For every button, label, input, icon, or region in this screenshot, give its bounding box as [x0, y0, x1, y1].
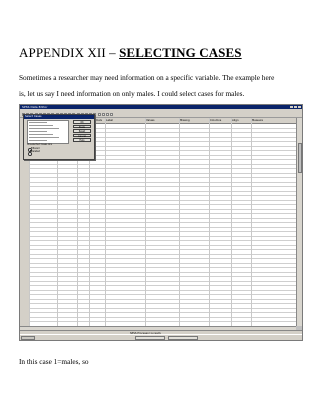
column-header: Missing: [180, 119, 190, 122]
maximize-icon: [294, 106, 297, 108]
column-header: Align: [232, 119, 239, 122]
intro-paragraph-1: Sometimes a researcher may need informat…: [19, 73, 275, 82]
closing-paragraph: In this case 1=males, so: [19, 357, 89, 366]
deleted-label: Deleted: [31, 150, 41, 154]
list-item: [29, 125, 53, 127]
heading-prefix: APPENDIX XII –: [19, 45, 120, 60]
cancel-button: Cancel: [73, 133, 91, 138]
ok-button: OK: [73, 120, 91, 124]
dialog-title: Select Cases: [25, 115, 42, 118]
list-item: [29, 131, 47, 133]
toolbar-button: [110, 113, 114, 116]
taskbar-item-document: [168, 336, 198, 340]
reset-button: Reset: [73, 129, 91, 133]
list-item: [29, 137, 59, 139]
column-header: Measure: [252, 119, 264, 122]
page-heading: APPENDIX XII – SELECTING CASES: [19, 45, 242, 61]
paste-button: Paste: [73, 124, 91, 129]
help-button-label: Help: [79, 139, 85, 142]
help-button: Help: [73, 138, 91, 142]
column-header: Values: [146, 119, 155, 122]
dialog-titlebar: Select Cases: [24, 115, 94, 119]
spss-screenshot: SPSS Data Editor NameTypeWidthDecimalsLa…: [19, 104, 303, 341]
scroll-thumb: [297, 143, 302, 173]
toolbar-button: [101, 113, 105, 116]
variable-list: [27, 120, 69, 144]
list-item: [29, 134, 53, 136]
column-header: Label: [106, 119, 113, 122]
minimize-icon: [290, 106, 293, 108]
column-header: Columns: [210, 119, 222, 122]
start-button: [21, 336, 35, 340]
toolbar-button: [106, 113, 109, 116]
select-cases-dialog: Select Cases OK Paste Reset Cancel Help …: [23, 114, 95, 160]
vertical-scrollbar: [296, 118, 302, 326]
list-item: [29, 122, 47, 124]
taskbar-item-spss: [135, 336, 165, 340]
toolbar-button: [97, 113, 101, 116]
intro-paragraph-2: is, let us say I need information on onl…: [19, 89, 245, 98]
list-item: [29, 140, 47, 142]
taskbar: [20, 334, 302, 340]
heading-emphasis: SELECTING CASES: [119, 45, 242, 60]
close-icon: [298, 106, 301, 108]
list-item: [29, 128, 59, 130]
